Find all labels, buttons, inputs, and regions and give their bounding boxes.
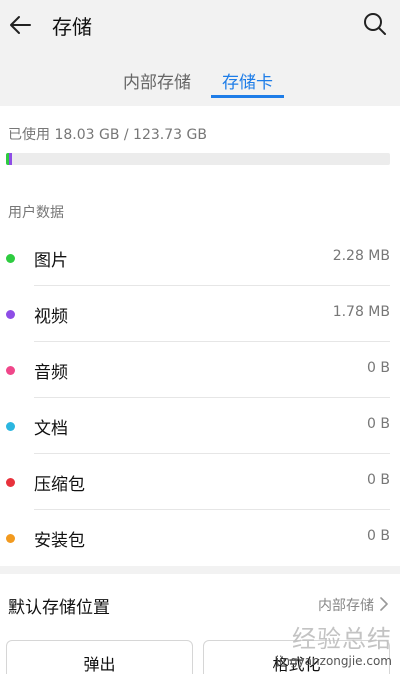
category-dot xyxy=(6,366,15,375)
category-dot xyxy=(6,254,15,263)
usage-summary: 已使用 18.03 GB / 123.73 GB xyxy=(8,127,207,143)
category-size: 0 B xyxy=(367,360,390,376)
watermark-title: 经验总结 xyxy=(292,625,392,653)
arrow-left-icon[interactable] xyxy=(8,12,34,38)
category-dot xyxy=(6,422,15,431)
category-row-images[interactable]: 图片 2.28 MB xyxy=(0,230,400,286)
category-dot xyxy=(6,310,15,319)
category-dot xyxy=(6,534,15,543)
default-storage-value: 内部存储 xyxy=(318,598,374,614)
category-name: 音频 xyxy=(34,363,68,383)
watermark: 经验总结 jingyanzongjie.com xyxy=(276,619,392,668)
magnifier-icon[interactable] xyxy=(362,11,388,37)
tab-internal-storage[interactable]: 内部存储 xyxy=(123,68,191,93)
page-title: 存储 xyxy=(52,15,92,39)
category-row-documents[interactable]: 文档 0 B xyxy=(0,398,400,454)
section-label-user-data: 用户数据 xyxy=(8,205,64,221)
usage-segment xyxy=(9,153,13,165)
category-name: 压缩包 xyxy=(34,475,85,495)
category-size: 0 B xyxy=(367,416,390,432)
tab-sd-card[interactable]: 存储卡 xyxy=(222,68,273,93)
category-row-installers[interactable]: 安装包 0 B xyxy=(0,510,400,566)
app-header: 存储 xyxy=(0,0,400,50)
default-storage-label: 默认存储位置 xyxy=(8,598,110,618)
usage-card: 已使用 18.03 GB / 123.73 GB 用户数据 图片 2.28 MB… xyxy=(0,106,400,566)
category-name: 文档 xyxy=(34,419,68,439)
storage-tabs: 内部存储 存储卡 xyxy=(0,62,400,102)
eject-button[interactable]: 弹出 xyxy=(6,640,193,674)
chevron-right-icon xyxy=(380,597,388,611)
category-name: 安装包 xyxy=(34,531,85,551)
watermark-url: jingyanzongjie.com xyxy=(275,654,392,668)
category-size: 0 B xyxy=(367,528,390,544)
tab-indicator xyxy=(211,95,284,98)
category-row-audio[interactable]: 音频 0 B xyxy=(0,342,400,398)
category-size: 2.28 MB xyxy=(332,248,390,264)
usage-bar xyxy=(6,153,390,165)
category-row-videos[interactable]: 视频 1.78 MB xyxy=(0,286,400,342)
category-row-archives[interactable]: 压缩包 0 B xyxy=(0,454,400,510)
category-size: 0 B xyxy=(367,472,390,488)
category-name: 视频 xyxy=(34,307,68,327)
category-dot xyxy=(6,478,15,487)
category-name: 图片 xyxy=(34,251,68,271)
category-size: 1.78 MB xyxy=(332,304,390,320)
